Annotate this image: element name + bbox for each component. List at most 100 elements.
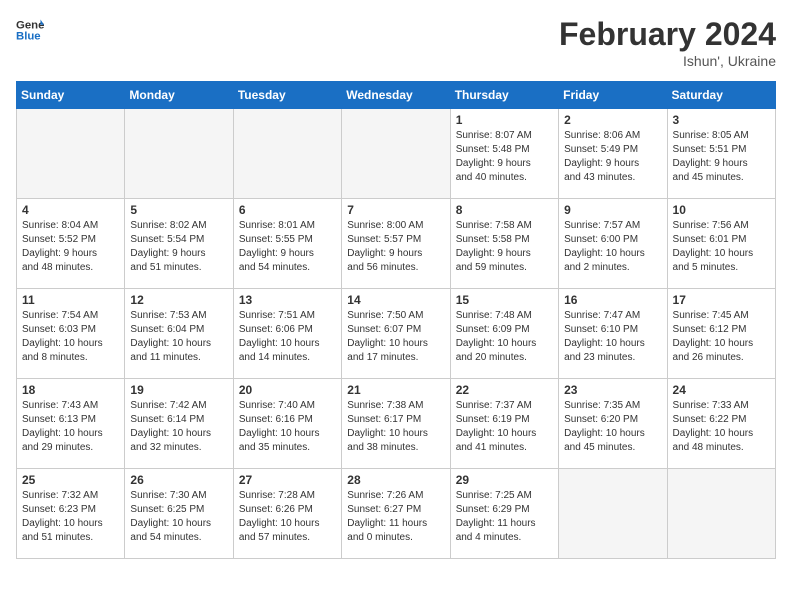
day-cell: 6Sunrise: 8:01 AMSunset: 5:55 PMDaylight… — [233, 199, 341, 289]
day-info: Sunrise: 7:54 AMSunset: 6:03 PMDaylight:… — [22, 309, 119, 365]
title-block: February 2024 Ishun', Ukraine — [559, 16, 776, 69]
day-cell: 27 Sunrise: 7:28 AMSunset: 6:26 PMDayligh… — [233, 469, 341, 559]
day-info: Sunrise: 7:50 AMSunset: 6:07 PMDaylight:… — [347, 309, 444, 365]
day-cell: 14 Sunrise: 7:50 AMSunset: 6:07 PMDayligh… — [342, 289, 450, 379]
weekday-header-sunday: Sunday — [17, 82, 125, 109]
day-number: 2 — [564, 113, 661, 127]
day-info: Sunrise: 7:48 AMSunset: 6:09 PMDaylight:… — [456, 309, 553, 365]
day-cell — [342, 109, 450, 199]
day-info: Sunrise: 7:58 AMSunset: 5:58 PMDaylight:… — [456, 219, 553, 275]
day-info: Sunrise: 7:47 AMSunset: 6:10 PMDaylight:… — [564, 309, 661, 365]
weekday-header-monday: Monday — [125, 82, 233, 109]
day-cell: 15 Sunrise: 7:48 AMSunset: 6:09 PMDayligh… — [450, 289, 558, 379]
day-cell: 24Sunrise: 7:33 AMSunset: 6:22 PMDayligh… — [667, 379, 775, 469]
day-info: Sunrise: 7:43 AMSunset: 6:13 PMDaylight:… — [22, 399, 119, 455]
day-cell: 8 Sunrise: 7:58 AMSunset: 5:58 PMDaylight… — [450, 199, 558, 289]
weekday-header-friday: Friday — [559, 82, 667, 109]
day-number: 27 — [239, 473, 336, 487]
day-cell: 23Sunrise: 7:35 AMSunset: 6:20 PMDayligh… — [559, 379, 667, 469]
page-header: General Blue February 2024 Ishun', Ukrai… — [16, 16, 776, 69]
day-number: 11 — [22, 293, 119, 307]
day-number: 9 — [564, 203, 661, 217]
day-info: Sunrise: 7:25 AMSunset: 6:29 PMDaylight:… — [456, 489, 553, 545]
day-cell — [667, 469, 775, 559]
day-info: Sunrise: 8:00 AMSunset: 5:57 PMDaylight:… — [347, 219, 444, 275]
day-number: 16 — [564, 293, 661, 307]
svg-text:Blue: Blue — [16, 31, 41, 43]
day-info: Sunrise: 7:32 AMSunset: 6:23 PMDaylight:… — [22, 489, 119, 545]
day-number: 19 — [130, 383, 227, 397]
day-info: Sunrise: 7:33 AMSunset: 6:22 PMDaylight:… — [673, 399, 770, 455]
day-cell: 19 Sunrise: 7:42 AMSunset: 6:14 PMDayligh… — [125, 379, 233, 469]
day-cell: 29 Sunrise: 7:25 AMSunset: 6:29 PMDayligh… — [450, 469, 558, 559]
day-cell: 21 Sunrise: 7:38 AMSunset: 6:17 PMDayligh… — [342, 379, 450, 469]
day-info: Sunrise: 7:40 AMSunset: 6:16 PMDaylight:… — [239, 399, 336, 455]
day-info: Sunrise: 7:30 AMSunset: 6:25 PMDaylight:… — [130, 489, 227, 545]
day-number: 23 — [564, 383, 661, 397]
day-info: Sunrise: 8:01 AMSunset: 5:55 PMDaylight:… — [239, 219, 336, 275]
day-number: 7 — [347, 203, 444, 217]
day-cell: 22 Sunrise: 7:37 AMSunset: 6:19 PMDayligh… — [450, 379, 558, 469]
day-info: Sunrise: 7:57 AMSunset: 6:00 PMDaylight:… — [564, 219, 661, 275]
week-row-3: 11 Sunrise: 7:54 AMSunset: 6:03 PMDayligh… — [17, 289, 776, 379]
day-cell: 16 Sunrise: 7:47 AMSunset: 6:10 PMDayligh… — [559, 289, 667, 379]
week-row-4: 18 Sunrise: 7:43 AMSunset: 6:13 PMDayligh… — [17, 379, 776, 469]
day-number: 29 — [456, 473, 553, 487]
day-info: Sunrise: 7:28 AMSunset: 6:26 PMDaylight:… — [239, 489, 336, 545]
calendar-table: SundayMondayTuesdayWednesdayThursdayFrid… — [16, 81, 776, 559]
day-info: Sunrise: 8:05 AMSunset: 5:51 PMDaylight:… — [673, 129, 770, 185]
week-row-2: 4Sunrise: 8:04 AMSunset: 5:52 PMDaylight… — [17, 199, 776, 289]
day-number: 5 — [130, 203, 227, 217]
day-cell — [17, 109, 125, 199]
day-cell: 26 Sunrise: 7:30 AMSunset: 6:25 PMDayligh… — [125, 469, 233, 559]
day-number: 10 — [673, 203, 770, 217]
day-info: Sunrise: 7:38 AMSunset: 6:17 PMDaylight:… — [347, 399, 444, 455]
day-number: 25 — [22, 473, 119, 487]
weekday-header-tuesday: Tuesday — [233, 82, 341, 109]
day-number: 12 — [130, 293, 227, 307]
logo-icon: General Blue — [16, 16, 44, 44]
day-info: Sunrise: 8:04 AMSunset: 5:52 PMDaylight:… — [22, 219, 119, 275]
day-number: 18 — [22, 383, 119, 397]
day-number: 28 — [347, 473, 444, 487]
day-cell — [559, 469, 667, 559]
day-cell: 9 Sunrise: 7:57 AMSunset: 6:00 PMDaylight… — [559, 199, 667, 289]
day-number: 15 — [456, 293, 553, 307]
day-cell: 5Sunrise: 8:02 AMSunset: 5:54 PMDaylight… — [125, 199, 233, 289]
day-number: 1 — [456, 113, 553, 127]
logo: General Blue — [16, 16, 44, 44]
day-info: Sunrise: 8:07 AMSunset: 5:48 PMDaylight:… — [456, 129, 553, 185]
day-cell: 10Sunrise: 7:56 AMSunset: 6:01 PMDayligh… — [667, 199, 775, 289]
day-number: 3 — [673, 113, 770, 127]
day-number: 17 — [673, 293, 770, 307]
calendar-subtitle: Ishun', Ukraine — [559, 53, 776, 69]
day-info: Sunrise: 7:53 AMSunset: 6:04 PMDaylight:… — [130, 309, 227, 365]
svg-text:General: General — [16, 19, 44, 31]
day-info: Sunrise: 7:42 AMSunset: 6:14 PMDaylight:… — [130, 399, 227, 455]
weekday-header-wednesday: Wednesday — [342, 82, 450, 109]
day-number: 21 — [347, 383, 444, 397]
day-number: 26 — [130, 473, 227, 487]
day-number: 22 — [456, 383, 553, 397]
day-info: Sunrise: 7:26 AMSunset: 6:27 PMDaylight:… — [347, 489, 444, 545]
day-cell: 11 Sunrise: 7:54 AMSunset: 6:03 PMDayligh… — [17, 289, 125, 379]
day-cell: 3 Sunrise: 8:05 AMSunset: 5:51 PMDaylight… — [667, 109, 775, 199]
day-number: 13 — [239, 293, 336, 307]
day-number: 8 — [456, 203, 553, 217]
day-number: 14 — [347, 293, 444, 307]
day-cell — [233, 109, 341, 199]
day-info: Sunrise: 7:37 AMSunset: 6:19 PMDaylight:… — [456, 399, 553, 455]
day-cell: 28 Sunrise: 7:26 AMSunset: 6:27 PMDayligh… — [342, 469, 450, 559]
day-info: Sunrise: 8:06 AMSunset: 5:49 PMDaylight:… — [564, 129, 661, 185]
weekday-header-thursday: Thursday — [450, 82, 558, 109]
day-info: Sunrise: 7:45 AMSunset: 6:12 PMDaylight:… — [673, 309, 770, 365]
day-info: Sunrise: 7:51 AMSunset: 6:06 PMDaylight:… — [239, 309, 336, 365]
day-cell: 25 Sunrise: 7:32 AMSunset: 6:23 PMDayligh… — [17, 469, 125, 559]
day-cell: 7 Sunrise: 8:00 AMSunset: 5:57 PMDaylight… — [342, 199, 450, 289]
day-cell: 2 Sunrise: 8:06 AMSunset: 5:49 PMDaylight… — [559, 109, 667, 199]
day-number: 20 — [239, 383, 336, 397]
day-cell: 18 Sunrise: 7:43 AMSunset: 6:13 PMDayligh… — [17, 379, 125, 469]
day-cell: 17 Sunrise: 7:45 AMSunset: 6:12 PMDayligh… — [667, 289, 775, 379]
day-cell: 4Sunrise: 8:04 AMSunset: 5:52 PMDaylight… — [17, 199, 125, 289]
day-cell: 1 Sunrise: 8:07 AMSunset: 5:48 PMDaylight… — [450, 109, 558, 199]
